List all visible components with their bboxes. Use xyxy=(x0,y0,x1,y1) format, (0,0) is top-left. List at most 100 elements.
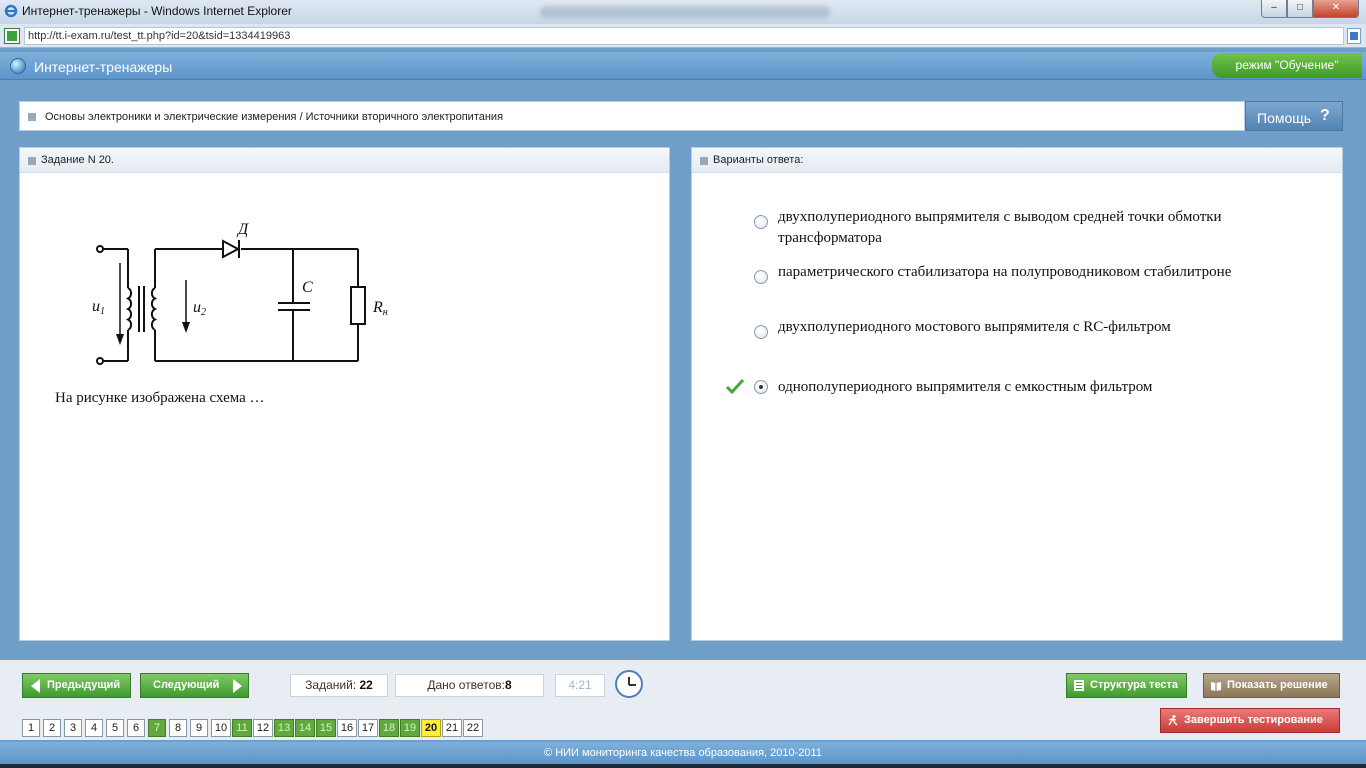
mode-badge: режим "Обучение" xyxy=(1212,53,1362,78)
breadcrumb-text: Основы электроники и электрические измер… xyxy=(45,111,504,123)
answer-option-text: параметрического стабилизатора на полупр… xyxy=(778,264,1232,280)
answer-option-3[interactable]: двухполупериодного мостового выпрямителя… xyxy=(692,317,1342,367)
page-5[interactable]: 5 xyxy=(106,719,124,737)
resistor-label: R xyxy=(372,299,383,316)
page-17[interactable]: 17 xyxy=(358,719,378,737)
compatibility-view-icon[interactable] xyxy=(1347,28,1361,44)
blurred-region xyxy=(540,6,830,18)
answers-label: Дано ответов: xyxy=(427,678,505,692)
radio-button[interactable] xyxy=(754,325,768,339)
close-button[interactable]: ✕ xyxy=(1313,0,1359,18)
answer-option-text: двухполупериодного мостового выпрямителя… xyxy=(778,319,1171,335)
finish-test-label: Завершить тестирование xyxy=(1184,714,1323,726)
svg-text:Rн: Rн xyxy=(372,299,388,318)
arrow-right-icon xyxy=(233,679,242,693)
minimize-button[interactable]: – xyxy=(1261,0,1287,18)
address-bar: http://tt.i-exam.ru/test_tt.php?id=20&ts… xyxy=(0,24,1366,48)
globe-icon xyxy=(10,58,26,74)
maximize-button[interactable]: □ xyxy=(1287,0,1313,18)
screen-edge xyxy=(0,764,1366,768)
answers-panel-header: Варианты ответа: xyxy=(692,148,1342,173)
u2-label: u xyxy=(193,299,201,316)
answers-title: Варианты ответа: xyxy=(713,154,804,166)
tasks-count-box: Заданий: 22 xyxy=(290,674,388,697)
page-4[interactable]: 4 xyxy=(85,719,103,737)
checkmark-icon xyxy=(726,378,744,394)
page-3[interactable]: 3 xyxy=(64,719,82,737)
svg-text:u2: u2 xyxy=(193,299,206,318)
clock-icon xyxy=(615,670,643,698)
show-solution-button[interactable]: Показать решение xyxy=(1203,673,1340,698)
tasks-label: Заданий: xyxy=(305,678,357,692)
question-icon: ? xyxy=(1320,107,1330,124)
window-title: Интернет-тренажеры - Windows Internet Ex… xyxy=(22,4,292,18)
u1-label: u xyxy=(92,298,100,315)
answers-count: 8 xyxy=(504,678,512,692)
answers-count-box: Дано ответов:8 xyxy=(395,674,544,697)
page-21[interactable]: 21 xyxy=(442,719,462,737)
answer-option-2[interactable]: параметрического стабилизатора на полупр… xyxy=(692,262,1342,312)
help-label: Помощь xyxy=(1257,110,1312,126)
page-12[interactable]: 12 xyxy=(253,719,273,737)
running-man-icon xyxy=(1168,715,1178,726)
test-structure-button[interactable]: Структура теста xyxy=(1066,673,1187,698)
diode-label: Д xyxy=(236,221,249,238)
resistor-subscript: н xyxy=(383,307,388,318)
page-2[interactable]: 2 xyxy=(43,719,61,737)
arrow-left-icon xyxy=(31,679,40,693)
u2-subscript: 2 xyxy=(201,307,206,318)
help-button[interactable]: Помощь ? xyxy=(1245,101,1343,131)
page-9[interactable]: 9 xyxy=(190,719,208,737)
show-solution-label: Показать решение xyxy=(1227,679,1328,691)
answer-option-text: двухполупериодного выпрямителя с выводом… xyxy=(778,209,1222,246)
next-label: Следующий xyxy=(153,679,220,691)
site-favicon-icon xyxy=(4,28,20,44)
page-10[interactable]: 10 xyxy=(211,719,231,737)
bullet-square-icon xyxy=(700,157,708,165)
page-6[interactable]: 6 xyxy=(127,719,145,737)
page-15[interactable]: 15 xyxy=(316,719,336,737)
ie-logo-icon xyxy=(4,4,18,18)
page-13[interactable]: 13 xyxy=(274,719,294,737)
answer-option-1[interactable]: двухполупериодного выпрямителя с выводом… xyxy=(692,207,1342,257)
book-icon xyxy=(1211,682,1221,691)
page-19[interactable]: 19 xyxy=(400,719,420,737)
next-button[interactable]: Следующий xyxy=(140,673,249,698)
capacitor-label: C xyxy=(302,279,313,296)
timer-display: 4:21 xyxy=(555,674,605,697)
list-icon xyxy=(1074,680,1084,691)
window-titlebar: Интернет-тренажеры - Windows Internet Ex… xyxy=(0,0,1366,24)
app-header: Интернет-тренажеры xyxy=(0,52,1366,80)
app-title: Интернет-тренажеры xyxy=(34,59,173,75)
page-14[interactable]: 14 xyxy=(295,719,315,737)
answers-panel: Варианты ответа: двухполупериодного выпр… xyxy=(691,147,1343,641)
answer-option-text: однополупериодного выпрямителя с емкостн… xyxy=(778,379,1153,395)
bullet-square-icon xyxy=(28,157,36,165)
page-8[interactable]: 8 xyxy=(169,719,187,737)
page-7[interactable]: 7 xyxy=(148,719,166,737)
previous-label: Предыдущий xyxy=(47,679,121,691)
page-11[interactable]: 11 xyxy=(232,719,252,737)
circuit-diagram: u1 u2 Д C Rн xyxy=(92,221,388,365)
footer: © НИИ мониторинга качества образования, … xyxy=(0,742,1366,764)
previous-button[interactable]: Предыдущий xyxy=(22,673,131,698)
page-18[interactable]: 18 xyxy=(379,719,399,737)
u1-subscript: 1 xyxy=(100,306,105,317)
bullet-square-icon xyxy=(28,113,36,121)
page-16[interactable]: 16 xyxy=(337,719,357,737)
radio-button[interactable] xyxy=(754,270,768,284)
breadcrumb: Основы электроники и электрические измер… xyxy=(19,101,1245,131)
question-text: На рисунке изображена схема … xyxy=(55,390,265,406)
page-20[interactable]: 20 xyxy=(421,719,441,737)
page-1[interactable]: 1 xyxy=(22,719,40,737)
radio-button-selected[interactable] xyxy=(754,380,768,394)
svg-text:u1: u1 xyxy=(92,298,105,317)
answer-option-4[interactable]: однополупериодного выпрямителя с емкостн… xyxy=(692,377,1342,427)
task-panel: Задание N 20. u1 u2 Д C Rн На рисунке из… xyxy=(19,147,670,641)
radio-button[interactable] xyxy=(754,215,768,229)
task-title: Задание N 20. xyxy=(41,154,114,166)
url-field[interactable]: http://tt.i-exam.ru/test_tt.php?id=20&ts… xyxy=(24,27,1344,45)
finish-test-button[interactable]: Завершить тестирование xyxy=(1160,708,1340,733)
page-22[interactable]: 22 xyxy=(463,719,483,737)
test-structure-label: Структура теста xyxy=(1090,679,1179,691)
